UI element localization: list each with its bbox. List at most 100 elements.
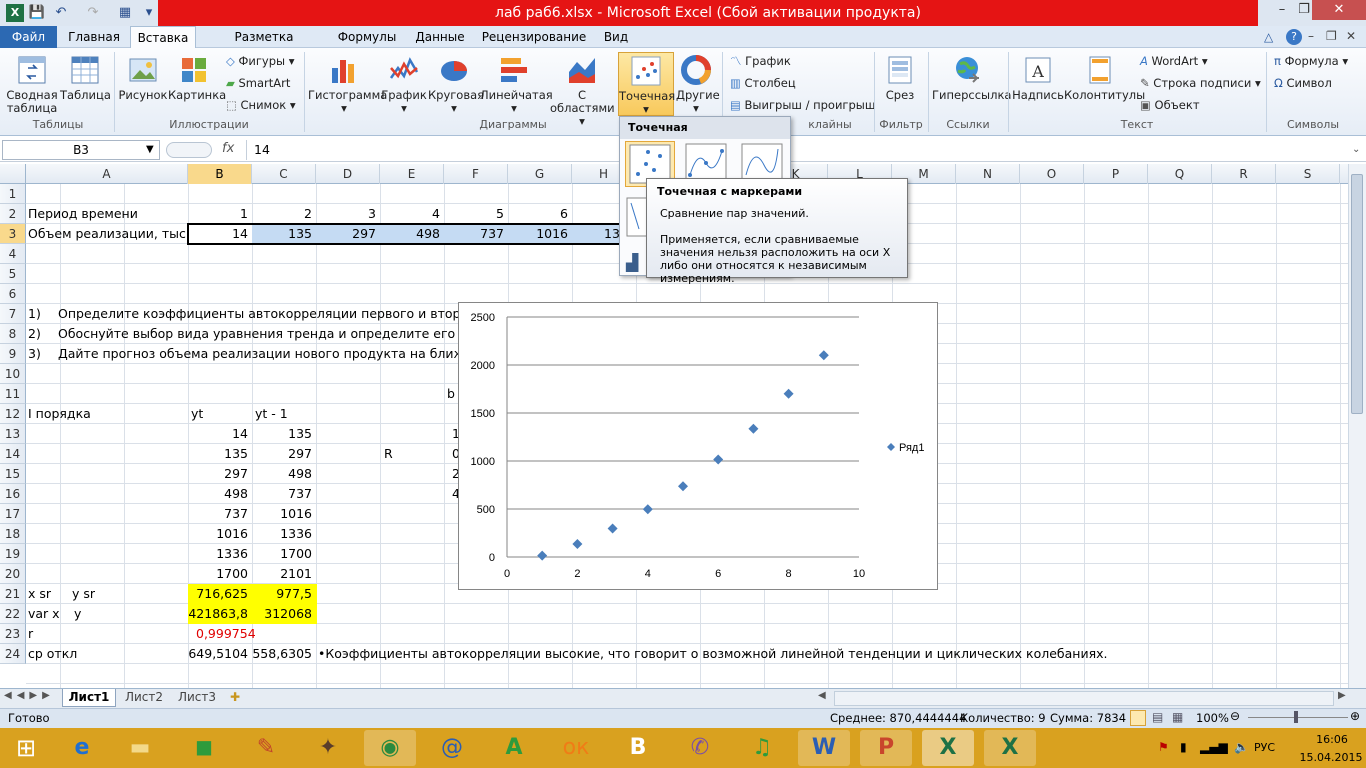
page-break-view-icon[interactable]: ▦: [1172, 710, 1183, 724]
hscroll-left-icon[interactable]: ◀: [818, 690, 826, 701]
tab-insert[interactable]: Вставка: [130, 26, 196, 48]
doc-restore-icon[interactable]: ❐: [1326, 29, 1337, 43]
a-app-icon[interactable]: A: [488, 730, 540, 766]
save-icon[interactable]: 💾: [28, 4, 46, 22]
equation-button[interactable]: π Формула ▾: [1274, 52, 1348, 70]
zoom-out-icon[interactable]: ⊖: [1230, 709, 1240, 723]
hscroll-right-icon[interactable]: ▶: [1338, 690, 1346, 701]
name-box-dropdown-icon[interactable]: ▼: [146, 144, 154, 155]
clock-time[interactable]: 16:06: [1302, 733, 1362, 746]
row-header-15[interactable]: 15: [0, 464, 26, 484]
cell-c16[interactable]: 737: [252, 484, 316, 504]
cell-d24[interactable]: •Коэффициенты автокорреляции высокие, чт…: [318, 644, 1107, 664]
cell-c2[interactable]: 2: [252, 204, 316, 224]
wordart-button[interactable]: A WordArt ▾: [1140, 52, 1208, 70]
bar-chart-button[interactable]: Линейчатая ▾: [480, 54, 553, 115]
cell-a12[interactable]: I порядка: [28, 404, 91, 424]
row-header-10[interactable]: 10: [0, 364, 26, 384]
cell-e14[interactable]: R: [384, 444, 393, 464]
new-sheet-icon[interactable]: ✚: [230, 690, 240, 704]
table-button[interactable]: Таблица: [60, 54, 111, 102]
zoom-level[interactable]: 100%: [1196, 711, 1229, 725]
row-header-16[interactable]: 16: [0, 484, 26, 504]
zoom-in-icon[interactable]: ⊕: [1350, 709, 1360, 723]
cell-a22[interactable]: var x: [28, 604, 60, 624]
cell-a7-number[interactable]: 1): [28, 304, 41, 324]
cell-b12[interactable]: yt: [191, 404, 203, 424]
slicer-button[interactable]: Срез: [878, 54, 922, 102]
column-header-s[interactable]: S: [1276, 164, 1340, 184]
row-header-17[interactable]: 17: [0, 504, 26, 524]
row-header-21[interactable]: 21: [0, 584, 26, 604]
cell-b18[interactable]: 1016: [188, 524, 252, 544]
word-icon[interactable]: W: [798, 730, 850, 766]
row-header-11[interactable]: 11: [0, 384, 26, 404]
cell-a23[interactable]: r: [28, 624, 33, 644]
excel-icon[interactable]: X: [922, 730, 974, 766]
scroll-thumb[interactable]: [1351, 174, 1363, 414]
cell-b17[interactable]: 737: [188, 504, 252, 524]
cell-b3[interactable]: 14: [188, 224, 252, 244]
cell-h3[interactable]: 13: [604, 224, 620, 244]
cell-d3[interactable]: 297: [316, 224, 380, 244]
object-button[interactable]: ▣ Объект: [1140, 96, 1200, 114]
row-header-18[interactable]: 18: [0, 524, 26, 544]
normal-view-icon[interactable]: [1130, 710, 1146, 726]
sparkline-column-button[interactable]: ▥ Столбец: [730, 74, 796, 92]
cell-c21[interactable]: 977,5: [252, 584, 316, 604]
minimize-ribbon-icon[interactable]: △: [1264, 30, 1273, 44]
symbol-button[interactable]: Ω Символ: [1274, 74, 1332, 92]
cell-c14[interactable]: 297: [252, 444, 316, 464]
page-layout-view-icon[interactable]: ▤: [1152, 710, 1163, 724]
doc-minimize-icon[interactable]: –: [1308, 29, 1314, 43]
sparkline-winloss-button[interactable]: ▤ Выигрыш / проигрыш: [730, 96, 875, 114]
cell-b24[interactable]: 649,5104: [188, 644, 252, 664]
row-header-2[interactable]: 2: [0, 204, 26, 224]
row-header-4[interactable]: 4: [0, 244, 26, 264]
row-header-1[interactable]: 1: [0, 184, 26, 204]
column-header-q[interactable]: Q: [1148, 164, 1212, 184]
cell-c18[interactable]: 1336: [252, 524, 316, 544]
cell-b19[interactable]: 1336: [188, 544, 252, 564]
action-center-icon[interactable]: ⚑: [1158, 740, 1169, 754]
zoom-slider-thumb[interactable]: [1294, 711, 1298, 723]
usb-icon[interactable]: ▮: [1180, 740, 1187, 754]
tab-home[interactable]: Главная: [62, 26, 126, 48]
sheet-nav-arrows-icon[interactable]: ◀◀▶▶: [4, 690, 55, 701]
row-header-19[interactable]: 19: [0, 544, 26, 564]
row-header-8[interactable]: 8: [0, 324, 26, 344]
cell-c13[interactable]: 135: [252, 424, 316, 444]
column-header-e[interactable]: E: [380, 164, 444, 184]
column-header-f[interactable]: F: [444, 164, 508, 184]
tab-formulas[interactable]: Формулы: [332, 26, 402, 48]
language-indicator[interactable]: РУС: [1254, 741, 1275, 754]
column-header-o[interactable]: O: [1020, 164, 1084, 184]
line-chart-button[interactable]: График ▾: [380, 54, 428, 115]
screenshot-button[interactable]: ⬚ Снимок ▾: [226, 96, 296, 114]
odnoklassniki-icon[interactable]: ок: [550, 730, 602, 766]
help-icon[interactable]: ?: [1286, 29, 1302, 45]
sheet-tab-3[interactable]: Лист3: [172, 690, 222, 704]
column-header-d[interactable]: D: [316, 164, 380, 184]
tab-page-layout[interactable]: Разметка страницы: [202, 26, 326, 66]
cell-a9-number[interactable]: 3): [28, 344, 41, 364]
row-header-7[interactable]: 7: [0, 304, 26, 324]
vertical-scrollbar[interactable]: [1348, 164, 1366, 688]
cell-c19[interactable]: 1700: [252, 544, 316, 564]
tab-review[interactable]: Рецензирование: [478, 26, 590, 48]
pivot-table-button[interactable]: Сводная таблица: [6, 54, 58, 115]
row-header-6[interactable]: 6: [0, 284, 26, 304]
hyperlink-button[interactable]: Гиперссылка: [932, 54, 1011, 102]
cell-b13[interactable]: 14: [188, 424, 252, 444]
cell-c17[interactable]: 1016: [252, 504, 316, 524]
cell-a7[interactable]: Определите коэффициенты автокорреляции п…: [58, 304, 475, 324]
paint-icon[interactable]: ✎: [240, 730, 292, 766]
column-header-g[interactable]: G: [508, 164, 572, 184]
horizontal-scrollbar[interactable]: [834, 691, 1334, 706]
row-header-3[interactable]: 3: [0, 224, 26, 244]
close-button[interactable]: ✕: [1312, 0, 1366, 20]
expand-formula-icon[interactable]: ⌄: [1352, 144, 1360, 155]
column-header-r[interactable]: R: [1212, 164, 1276, 184]
clipart-button[interactable]: Картинка: [168, 54, 226, 102]
column-header-n[interactable]: N: [956, 164, 1020, 184]
